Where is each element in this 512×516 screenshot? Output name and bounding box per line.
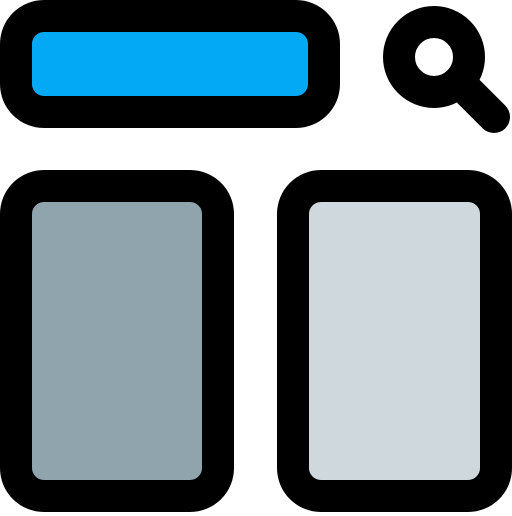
right-panel[interactable]: [277, 170, 512, 512]
search-icon[interactable]: [383, 6, 510, 133]
icon-svg: [0, 0, 512, 512]
search-layout-icon: [0, 0, 512, 512]
left-panel[interactable]: [0, 170, 234, 512]
search-bar[interactable]: [0, 0, 340, 128]
magnifier-handle: [444, 67, 510, 133]
